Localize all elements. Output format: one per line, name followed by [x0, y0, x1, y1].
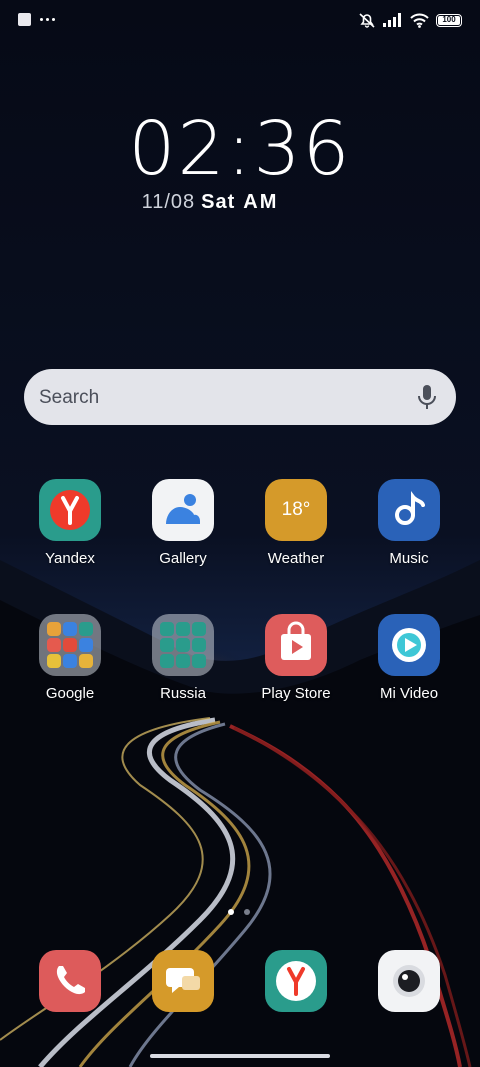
more-dots-icon	[40, 18, 55, 21]
app-label: Yandex	[45, 550, 95, 567]
dock-phone[interactable]	[15, 950, 125, 1012]
russia-folder-icon	[152, 614, 214, 676]
dock-messages[interactable]	[128, 950, 238, 1012]
folder-google[interactable]: Google	[15, 614, 125, 702]
app-yandex[interactable]: Yandex	[15, 479, 125, 567]
google-folder-icon	[39, 614, 101, 676]
gallery-icon	[152, 479, 214, 541]
folder-russia[interactable]: Russia	[128, 614, 238, 702]
ampm-text: AM	[243, 191, 279, 213]
clock-widget[interactable]: 02:36	[0, 106, 480, 192]
page-indicator	[228, 909, 250, 915]
app-play-store[interactable]: Play Store	[241, 614, 351, 702]
dock-camera[interactable]	[354, 950, 464, 1012]
app-label: Music	[389, 550, 429, 567]
app-mi-video[interactable]: Mi Video	[354, 614, 464, 702]
yandex-browser-icon	[265, 950, 327, 1012]
phone-icon	[39, 950, 101, 1012]
app-label: Weather	[267, 550, 325, 567]
home-indicator[interactable]	[150, 1054, 330, 1058]
home-screen: 100 02:36 11/08 Sat AM Search Yandex Galle…	[0, 0, 480, 1067]
camera-icon	[378, 950, 440, 1012]
notification-square-icon	[18, 13, 31, 26]
music-icon	[378, 479, 440, 541]
weekday-text: Sat	[201, 191, 236, 213]
weather-temp: 18°	[281, 499, 311, 520]
search-placeholder: Search	[39, 387, 100, 408]
yandex-icon	[39, 479, 101, 541]
app-label: Russia	[160, 685, 206, 702]
app-label: Gallery	[159, 550, 207, 567]
page-dot-active	[228, 909, 234, 915]
app-gallery[interactable]: Gallery	[128, 479, 238, 567]
app-label: Mi Video	[379, 685, 439, 702]
play-store-icon	[265, 614, 327, 676]
dock-yandex-browser[interactable]	[241, 950, 351, 1012]
date-widget[interactable]: 11/08 Sat AM	[0, 191, 420, 214]
battery-icon: 100	[436, 13, 462, 27]
date-text: 11/08	[141, 191, 196, 213]
app-weather[interactable]: 18° Weather	[241, 479, 351, 567]
status-bar: 100	[0, 0, 480, 40]
page-dot	[244, 909, 250, 915]
signal-icon	[383, 13, 401, 27]
mic-icon[interactable]	[415, 383, 439, 411]
messages-icon	[152, 950, 214, 1012]
search-bar[interactable]: Search	[24, 369, 456, 425]
clock-time: 02:36	[128, 106, 352, 192]
mi-video-icon	[378, 614, 440, 676]
app-label: Google	[45, 685, 95, 702]
silent-icon	[359, 13, 375, 28]
app-music[interactable]: Music	[354, 479, 464, 567]
battery-level: 100	[442, 14, 456, 24]
weather-icon: 18°	[265, 479, 327, 541]
app-label: Play Store	[261, 685, 331, 702]
wifi-icon	[410, 13, 429, 28]
